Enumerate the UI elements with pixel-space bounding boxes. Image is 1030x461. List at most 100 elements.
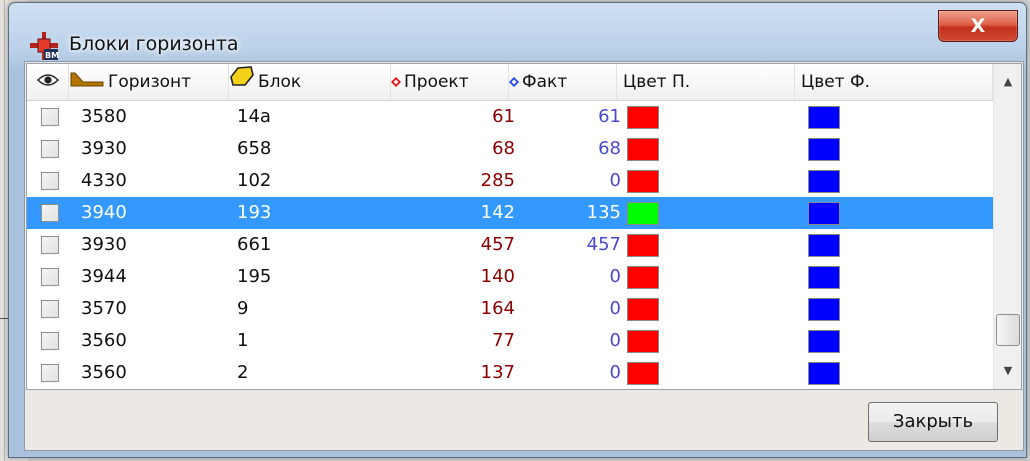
cell-block: 195 (237, 266, 272, 287)
column-header-fact[interactable]: Факт (509, 64, 617, 100)
cell-project: 137 (480, 362, 515, 383)
grid-header: Горизонт Блок Проект Факт Цвет П. Цвет Ф… (27, 64, 993, 101)
column-label-color-fact: Цвет Ф. (801, 72, 871, 92)
table-row[interactable]: 3930 661 457 457 (27, 229, 993, 261)
red-diamond-icon (391, 64, 401, 100)
color-fact-swatch[interactable] (808, 298, 840, 321)
cell-block: 9 (237, 298, 249, 319)
column-header-visibility[interactable] (27, 64, 69, 100)
cell-block: 193 (237, 202, 272, 223)
table-row[interactable]: 3944 195 140 0 (27, 261, 993, 293)
table-row[interactable]: 3940 193 142 135 (27, 197, 993, 229)
color-project-swatch[interactable] (627, 330, 659, 353)
color-fact-swatch[interactable] (808, 362, 840, 385)
cell-fact: 0 (609, 298, 621, 319)
color-project-swatch[interactable] (627, 298, 659, 321)
column-label-block: Блок (258, 72, 302, 92)
background-line (4, 0, 5, 461)
cell-fact: 0 (609, 170, 621, 191)
cell-horizon: 3930 (81, 138, 127, 159)
column-label-project: Проект (404, 72, 469, 92)
title-bar[interactable]: BM Блоки горизонта X (9, 3, 1026, 61)
svg-text:BM: BM (45, 51, 59, 60)
column-header-color-project[interactable]: Цвет П. (617, 64, 795, 100)
cell-horizon: 3940 (81, 202, 127, 223)
row-visibility-checkbox[interactable] (41, 204, 59, 222)
color-fact-swatch[interactable] (808, 330, 840, 353)
color-project-swatch[interactable] (627, 266, 659, 289)
cell-horizon: 4330 (81, 170, 127, 191)
eye-icon (37, 64, 59, 100)
color-project-swatch[interactable] (627, 106, 659, 129)
cell-horizon: 3930 (81, 234, 127, 255)
horizon-blocks-grid[interactable]: Горизонт Блок Проект Факт Цвет П. Цвет Ф… (26, 63, 1022, 390)
cell-project: 142 (480, 202, 515, 223)
column-header-color-fact[interactable]: Цвет Ф. (795, 64, 993, 100)
bm-crosshair-icon: BM (29, 31, 59, 61)
row-visibility-checkbox[interactable] (41, 332, 59, 350)
column-header-block[interactable]: Блок (229, 64, 391, 100)
row-visibility-checkbox[interactable] (41, 172, 59, 190)
table-row[interactable]: 3560 1 77 0 (27, 325, 993, 357)
cell-project: 285 (480, 170, 515, 191)
table-row[interactable]: 3580 14а 61 61 (27, 101, 993, 133)
color-fact-swatch[interactable] (808, 202, 840, 225)
cell-fact: 135 (586, 202, 621, 223)
row-visibility-checkbox[interactable] (41, 236, 59, 254)
color-fact-swatch[interactable] (808, 234, 840, 257)
row-visibility-checkbox[interactable] (41, 140, 59, 158)
horizon-icon (69, 64, 105, 100)
color-fact-swatch[interactable] (808, 170, 840, 193)
cell-fact: 0 (609, 362, 621, 383)
close-button[interactable]: Закрыть (868, 402, 998, 442)
row-visibility-checkbox[interactable] (41, 268, 59, 286)
row-visibility-checkbox[interactable] (41, 300, 59, 318)
cell-fact: 0 (609, 266, 621, 287)
color-fact-swatch[interactable] (808, 106, 840, 129)
window-close-button[interactable]: X (938, 10, 1018, 42)
table-row[interactable]: 3570 9 164 0 (27, 293, 993, 325)
column-header-horizon[interactable]: Горизонт (69, 64, 229, 100)
cell-horizon: 3944 (81, 266, 127, 287)
table-row[interactable]: 4330 102 285 0 (27, 165, 993, 197)
cell-block: 661 (237, 234, 272, 255)
scrollbar-thumb[interactable] (996, 314, 1020, 346)
column-label-horizon: Горизонт (108, 72, 192, 92)
scroll-up-arrow-icon[interactable]: ▲ (994, 64, 1021, 100)
cell-block: 658 (237, 138, 272, 159)
row-visibility-checkbox[interactable] (41, 364, 59, 382)
cell-horizon: 3570 (81, 298, 127, 319)
vertical-scrollbar[interactable]: ▲ ▼ (993, 64, 1021, 389)
color-project-swatch[interactable] (627, 170, 659, 193)
scroll-down-arrow-icon[interactable]: ▼ (994, 353, 1021, 389)
color-project-swatch[interactable] (627, 138, 659, 161)
cell-horizon: 3560 (81, 362, 127, 383)
color-fact-swatch[interactable] (808, 138, 840, 161)
cell-horizon: 3580 (81, 106, 127, 127)
dialog-client-area: Горизонт Блок Проект Факт Цвет П. Цвет Ф… (24, 61, 1024, 451)
window-title: Блоки горизонта (69, 33, 239, 55)
row-visibility-checkbox[interactable] (41, 108, 59, 126)
cell-fact: 0 (609, 330, 621, 351)
column-label-color-project: Цвет П. (623, 72, 691, 92)
column-label-fact: Факт (522, 72, 568, 92)
cell-block: 2 (237, 362, 249, 383)
cell-fact: 61 (598, 106, 621, 127)
cell-block: 102 (237, 170, 272, 191)
column-header-project[interactable]: Проект (391, 64, 509, 100)
cell-block: 14а (237, 106, 271, 127)
block-icon (229, 64, 255, 100)
cell-project: 68 (492, 138, 515, 159)
cell-project: 140 (480, 266, 515, 287)
color-project-swatch[interactable] (627, 202, 659, 225)
table-row[interactable]: 3560 2 137 0 (27, 357, 993, 389)
table-row[interactable]: 3930 658 68 68 (27, 133, 993, 165)
color-project-swatch[interactable] (627, 234, 659, 257)
cell-project: 77 (492, 330, 515, 351)
cell-project: 61 (492, 106, 515, 127)
color-fact-swatch[interactable] (808, 266, 840, 289)
color-project-swatch[interactable] (627, 362, 659, 385)
cell-project: 457 (480, 234, 515, 255)
cell-fact: 457 (586, 234, 621, 255)
dialog-window: BM Блоки горизонта X Горизонт Блок Проек… (8, 2, 1027, 458)
